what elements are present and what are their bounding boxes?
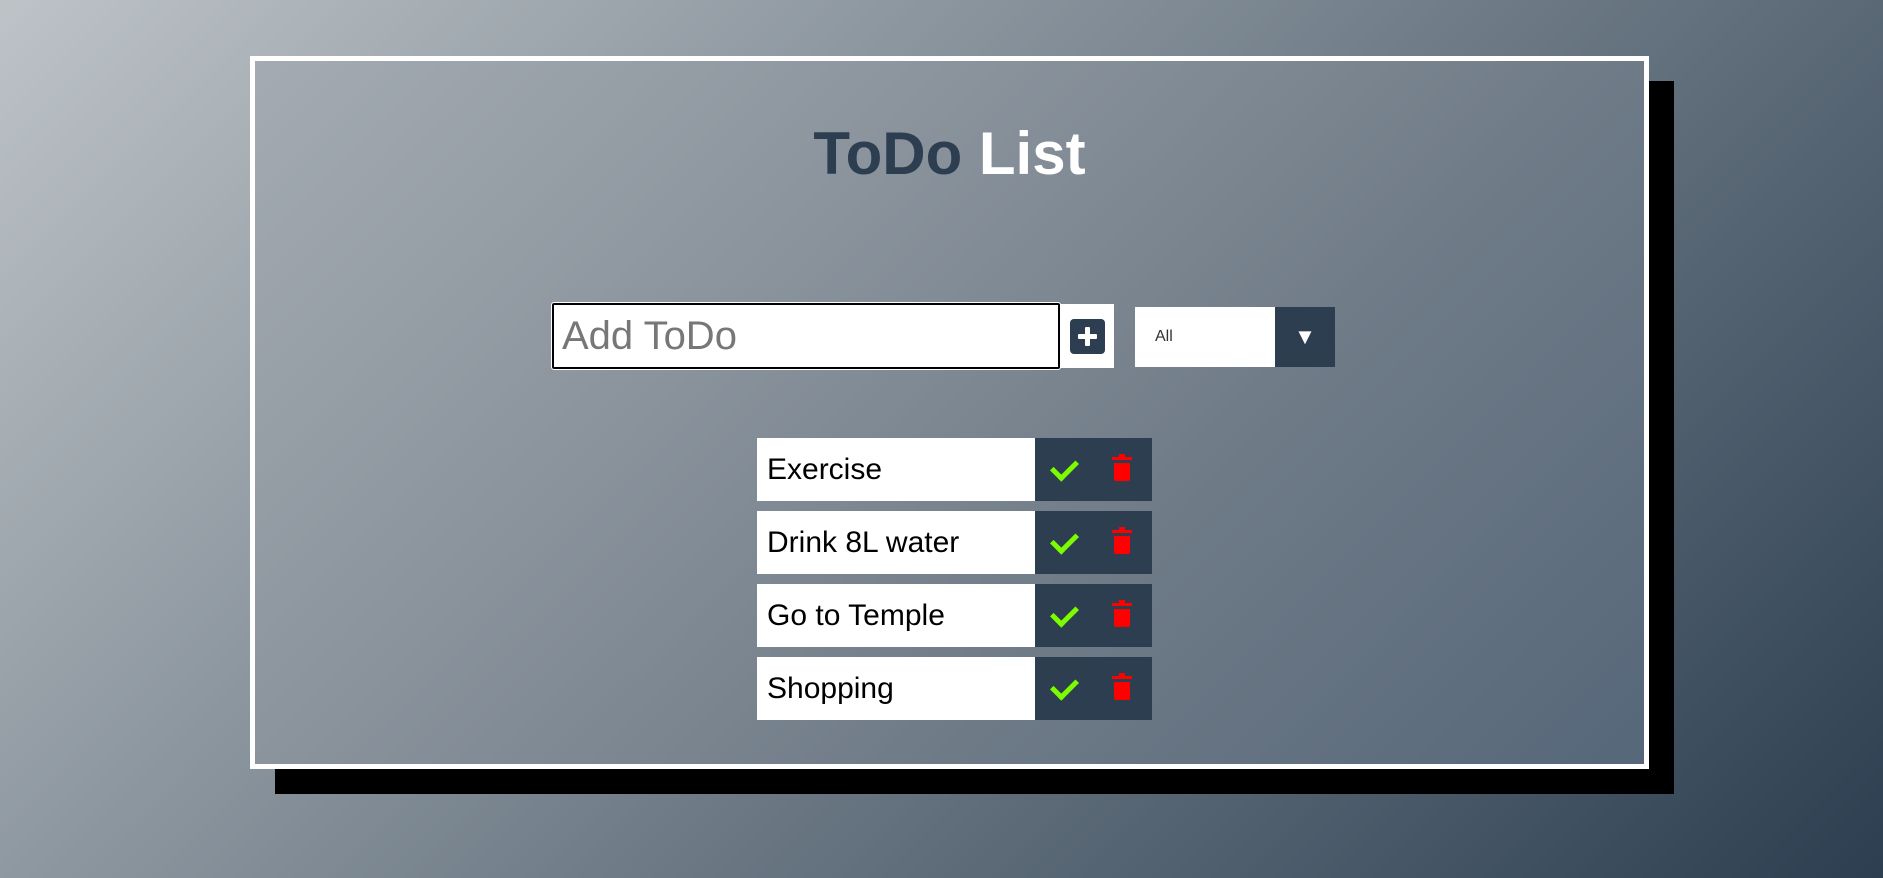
todo-item-text: Drink 8L water xyxy=(757,511,1035,574)
trash-icon xyxy=(1112,454,1132,481)
add-todo-input[interactable] xyxy=(551,302,1061,370)
delete-button[interactable] xyxy=(1093,584,1151,647)
delete-button[interactable] xyxy=(1093,657,1151,720)
complete-button[interactable] xyxy=(1035,657,1093,720)
add-todo-form xyxy=(551,302,1114,370)
todo-item-text: Exercise xyxy=(757,438,1035,501)
title-word-list: List xyxy=(978,120,1086,187)
chevron-down-icon: ▼ xyxy=(1275,307,1335,367)
delete-button[interactable] xyxy=(1093,511,1151,574)
add-todo-button[interactable] xyxy=(1060,304,1114,368)
todo-item: Drink 8L water xyxy=(757,511,1152,574)
delete-button[interactable] xyxy=(1093,438,1151,501)
todo-item-text: Shopping xyxy=(757,657,1035,720)
plus-square-icon xyxy=(1069,318,1105,354)
todo-app-frame: ToDo List All ▼ Exercise Drink 8L water xyxy=(250,56,1649,769)
page-title: ToDo List xyxy=(255,119,1644,189)
complete-button[interactable] xyxy=(1035,584,1093,647)
complete-button[interactable] xyxy=(1035,438,1093,501)
todo-item: Exercise xyxy=(757,438,1152,501)
check-icon xyxy=(1049,598,1079,628)
filter-selected-value: All xyxy=(1135,307,1275,367)
check-icon xyxy=(1049,671,1079,701)
trash-icon xyxy=(1112,527,1132,554)
filter-select[interactable]: All ▼ xyxy=(1135,307,1335,367)
complete-button[interactable] xyxy=(1035,511,1093,574)
check-icon xyxy=(1049,452,1079,482)
check-icon xyxy=(1049,525,1079,555)
todo-item: Go to Temple xyxy=(757,584,1152,647)
title-word-todo: ToDo xyxy=(813,120,963,187)
todo-item: Shopping xyxy=(757,657,1152,720)
todo-list: Exercise Drink 8L water Go to Temple Sho… xyxy=(757,438,1152,730)
trash-icon xyxy=(1112,600,1132,627)
trash-icon xyxy=(1112,673,1132,700)
todo-item-text: Go to Temple xyxy=(757,584,1035,647)
